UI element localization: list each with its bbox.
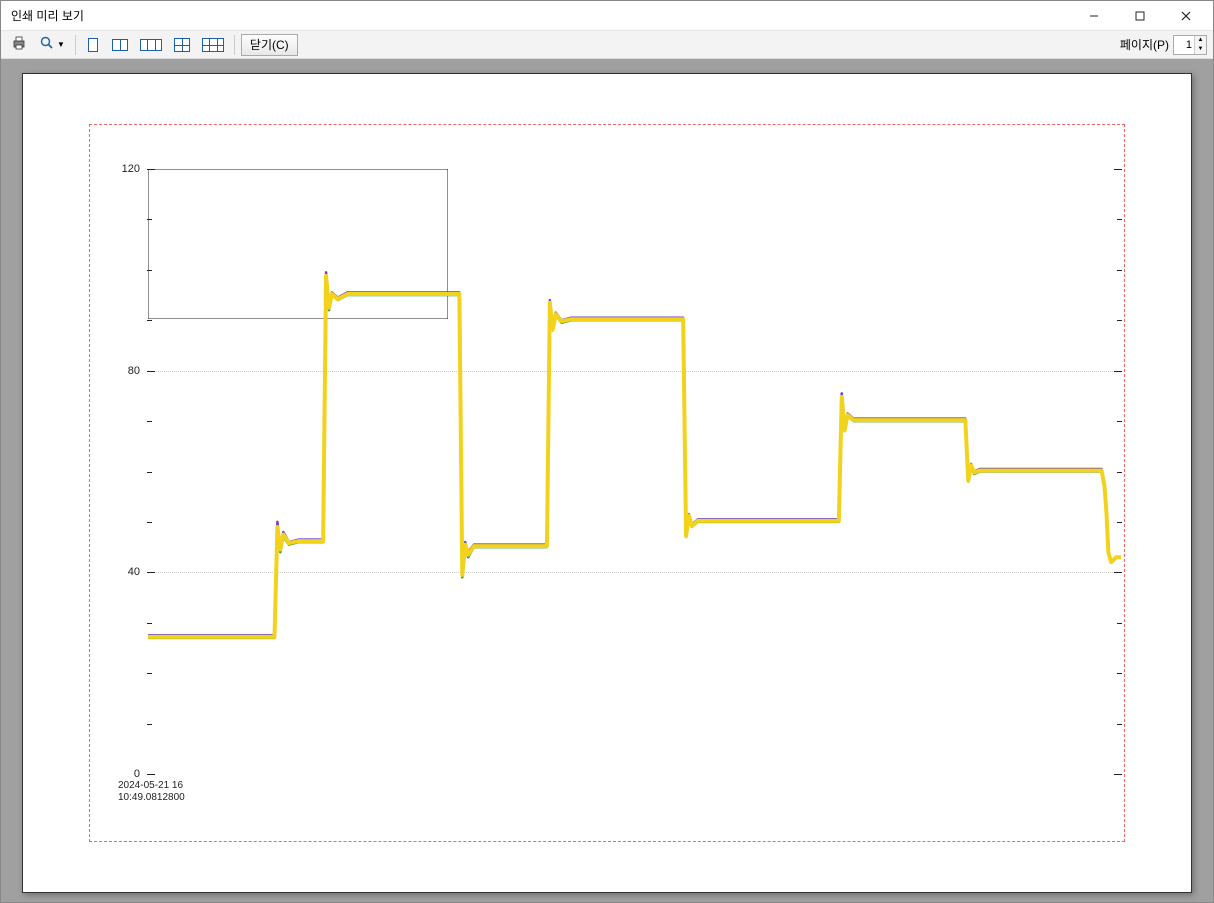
y-tick xyxy=(1114,169,1122,170)
page-selector: 페이지(P) ▲ ▼ xyxy=(1120,35,1207,55)
y-tick xyxy=(1117,673,1122,674)
toolbar-separator xyxy=(234,35,235,55)
close-button[interactable]: 닫기(C) xyxy=(241,34,298,56)
window-title: 인쇄 미리 보기 xyxy=(11,7,84,24)
y-tick xyxy=(147,270,152,271)
y-tick xyxy=(1117,320,1122,321)
y-tick xyxy=(147,371,155,372)
y-tick xyxy=(1117,472,1122,473)
y-tick xyxy=(147,572,155,573)
chart-traces xyxy=(148,169,1121,774)
layout-6-icon xyxy=(202,38,224,52)
page-input[interactable] xyxy=(1174,36,1194,54)
y-tick xyxy=(147,421,152,422)
minimize-button[interactable] xyxy=(1071,2,1117,30)
zoom-button[interactable]: ▼ xyxy=(35,34,69,56)
y-tick xyxy=(147,724,152,725)
y-tick-label: 40 xyxy=(128,566,140,578)
y-tick xyxy=(1117,623,1122,624)
magnifier-icon xyxy=(39,35,55,54)
print-button[interactable] xyxy=(7,34,31,56)
y-tick xyxy=(1117,522,1122,523)
layout-3-icon xyxy=(140,39,162,51)
layout-1-button[interactable] xyxy=(82,34,104,56)
x-start-label: 2024-05-21 16 10:49.0812800 xyxy=(118,780,185,804)
y-tick xyxy=(1114,572,1122,573)
layout-4-icon xyxy=(174,38,190,52)
y-tick xyxy=(1117,270,1122,271)
y-tick xyxy=(1114,774,1122,775)
y-tick xyxy=(147,522,152,523)
layout-1-icon xyxy=(88,38,98,52)
y-tick-label: 0 xyxy=(134,768,140,780)
preview-workspace[interactable]: 120 80 40 0 2024-05-21 16 10:49.0812800 xyxy=(1,59,1213,902)
y-tick xyxy=(147,320,152,321)
chart-plot: 120 80 40 0 2024-05-21 16 10:49.0812800 xyxy=(148,169,1121,774)
page-up-button[interactable]: ▲ xyxy=(1195,36,1206,45)
y-tick xyxy=(147,774,155,775)
y-tick xyxy=(1117,421,1122,422)
y-tick xyxy=(147,673,152,674)
chevron-down-icon: ▼ xyxy=(57,40,65,49)
print-preview-window: 인쇄 미리 보기 ▼ 닫기(C) xyxy=(0,0,1214,903)
page-label: 페이지(P) xyxy=(1120,36,1169,53)
toolbar-separator xyxy=(75,35,76,55)
layout-2-button[interactable] xyxy=(108,34,132,56)
y-tick xyxy=(1117,724,1122,725)
y-tick xyxy=(1114,371,1122,372)
y-tick xyxy=(1117,219,1122,220)
page-down-button[interactable]: ▼ xyxy=(1195,45,1206,54)
maximize-button[interactable] xyxy=(1117,2,1163,30)
layout-4-button[interactable] xyxy=(170,34,194,56)
y-tick xyxy=(147,219,152,220)
layout-2-icon xyxy=(112,39,128,51)
y-tick xyxy=(147,623,152,624)
page-sheet: 120 80 40 0 2024-05-21 16 10:49.0812800 xyxy=(22,73,1192,893)
y-tick xyxy=(147,472,152,473)
y-tick-label: 80 xyxy=(128,365,140,377)
trace-ch1 xyxy=(148,280,1121,638)
close-window-button[interactable] xyxy=(1163,2,1209,30)
toolbar: ▼ 닫기(C) 페이지(P) ▲ ▼ xyxy=(1,31,1213,59)
y-tick-label: 120 xyxy=(122,163,140,175)
titlebar: 인쇄 미리 보기 xyxy=(1,1,1213,31)
page-spinner[interactable]: ▲ ▼ xyxy=(1173,35,1207,55)
trace-ch3 xyxy=(148,276,1121,637)
trace-ch2 xyxy=(148,272,1121,635)
y-tick xyxy=(147,169,155,170)
printer-icon xyxy=(11,35,27,54)
layout-3-button[interactable] xyxy=(136,34,166,56)
layout-6-button[interactable] xyxy=(198,34,228,56)
